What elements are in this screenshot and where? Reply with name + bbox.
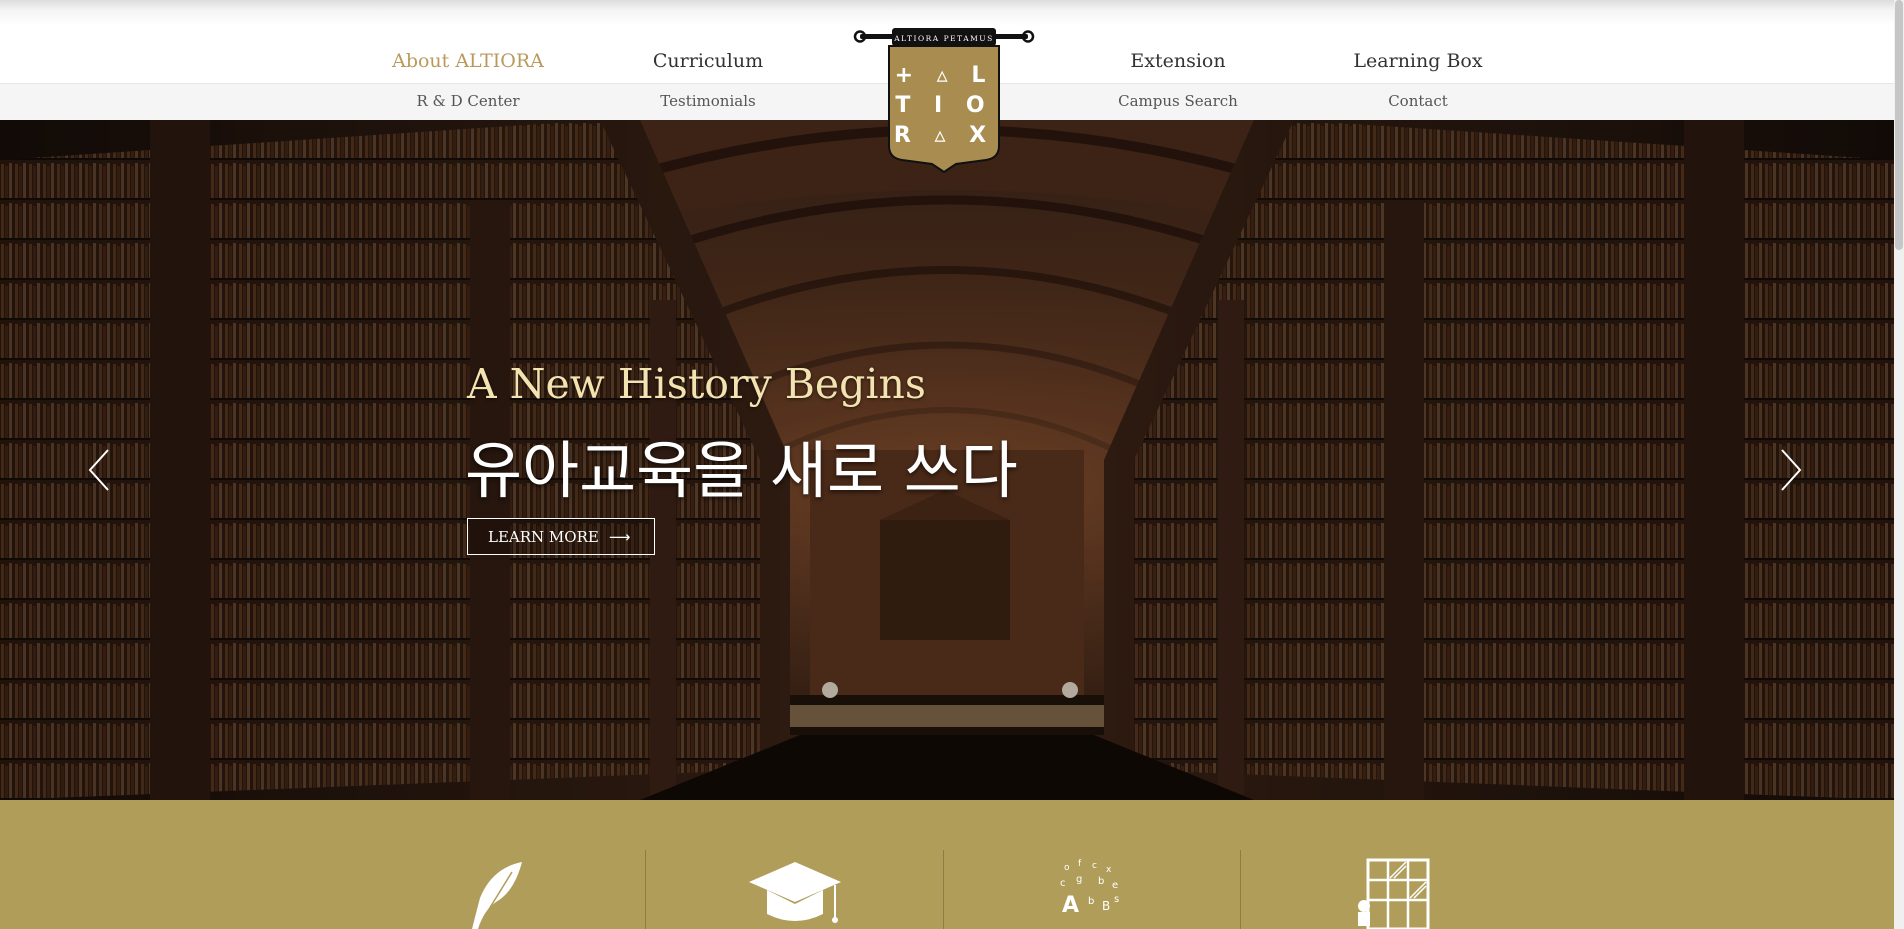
chess-grid-icon[interactable] — [1352, 858, 1432, 929]
altiora-logo[interactable]: ALTIORA PETAMUS + ▵ L T I O R ▵ X — [852, 26, 1036, 176]
nav-rd-center[interactable]: R & D Center — [368, 92, 568, 110]
svg-text:x: x — [1106, 865, 1112, 875]
svg-text:c: c — [1092, 861, 1097, 871]
nav-campus-search[interactable]: Campus Search — [1078, 92, 1278, 110]
slide-prev-button[interactable] — [80, 435, 120, 505]
learn-more-button[interactable]: LEARN MORE ⟶ — [467, 518, 655, 555]
arrow-right-icon: ⟶ — [608, 527, 631, 546]
logo-row-3: R ▵ X — [894, 123, 994, 148]
quill-icon[interactable] — [462, 858, 532, 929]
logo-row-1: + ▵ L — [895, 63, 994, 88]
hero-slider: A New History Begins 유아교육을 새로 쓰다 LEARN M… — [0, 120, 1894, 800]
feature-divider — [943, 850, 944, 929]
hero-subtitle: A New History Begins — [467, 360, 926, 408]
svg-text:g: g — [1076, 874, 1082, 885]
svg-text:o: o — [1064, 863, 1070, 873]
alphabet-letters-icon[interactable]: o f c x c g b e A b B s — [1058, 858, 1128, 929]
svg-text:b: b — [1088, 896, 1094, 907]
svg-text:b: b — [1098, 876, 1104, 887]
chevron-left-icon — [88, 449, 109, 491]
graduation-cap-icon[interactable] — [745, 858, 845, 929]
nav-extension[interactable]: Extension — [1078, 50, 1278, 72]
page-scrollbar[interactable] — [1894, 0, 1904, 929]
nav-testimonials[interactable]: Testimonials — [608, 92, 808, 110]
svg-text:s: s — [1114, 894, 1119, 905]
svg-text:e: e — [1112, 880, 1118, 891]
scrollbar-thumb[interactable] — [1895, 0, 1903, 250]
hero-title: 유아교육을 새로 쓰다 — [465, 434, 1018, 507]
svg-text:B: B — [1102, 899, 1110, 913]
nav-contact[interactable]: Contact — [1318, 92, 1518, 110]
feature-divider — [645, 850, 646, 929]
feature-band: o f c x c g b e A b B s — [0, 800, 1894, 929]
svg-text:c: c — [1060, 878, 1066, 889]
slide-next-button[interactable] — [1770, 435, 1810, 505]
logo-emblem: ALTIORA PETAMUS + ▵ L T I O R ▵ X — [853, 28, 1035, 174]
nav-curriculum[interactable]: Curriculum — [608, 50, 808, 72]
nav-about-altiora[interactable]: About ALTIORA — [368, 50, 568, 72]
page: About ALTIORA Curriculum Extension Learn… — [0, 0, 1904, 929]
chevron-right-icon — [1781, 449, 1802, 491]
svg-text:f: f — [1078, 859, 1082, 869]
learn-more-label: LEARN MORE — [488, 527, 599, 546]
feature-divider — [1240, 850, 1241, 929]
nav-learning-box[interactable]: Learning Box — [1318, 50, 1518, 72]
logo-row-2: T I O — [895, 93, 992, 118]
logo-banner-text: ALTIORA PETAMUS — [893, 34, 994, 43]
svg-text:A: A — [1062, 893, 1079, 918]
